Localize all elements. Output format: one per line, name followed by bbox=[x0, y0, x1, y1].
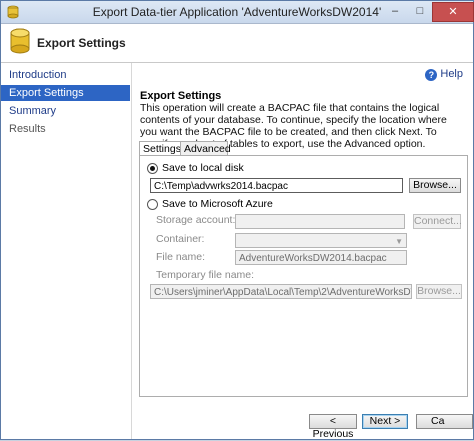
maximize-button[interactable]: □ bbox=[408, 2, 432, 20]
main-panel: ? Help Export Settings This operation wil… bbox=[132, 63, 473, 440]
step-introduction[interactable]: Introduction bbox=[1, 67, 130, 83]
save-azure-radio[interactable] bbox=[147, 199, 158, 210]
help-icon: ? bbox=[425, 69, 438, 81]
storage-account-label: Storage account: bbox=[156, 214, 236, 226]
database-export-icon bbox=[10, 28, 30, 54]
filename-label: File name: bbox=[156, 251, 206, 263]
help-link[interactable]: ? Help bbox=[425, 68, 463, 81]
save-local-label: Save to local disk bbox=[162, 162, 244, 174]
tab-advanced[interactable]: Advanced bbox=[180, 141, 231, 156]
cancel-button[interactable]: Ca bbox=[416, 414, 473, 429]
section-title: Export Settings bbox=[140, 90, 222, 102]
local-browse-button[interactable]: Browse... bbox=[409, 178, 461, 193]
tempfile-label: Temporary file name: bbox=[156, 269, 255, 281]
wizard-steps: Introduction Export Settings Summary Res… bbox=[1, 63, 132, 439]
close-button[interactable]: ✕ bbox=[432, 2, 474, 22]
step-results: Results bbox=[9, 123, 46, 135]
title-bar: Export Data-tier Application 'AdventureW… bbox=[1, 1, 474, 24]
tempfile-browse-button[interactable]: Browse... bbox=[416, 284, 462, 299]
wizard-header: Export Settings bbox=[1, 24, 473, 63]
settings-panel: Save to local disk C:\Temp\advwrks2014.b… bbox=[139, 155, 468, 397]
step-summary[interactable]: Summary bbox=[1, 103, 130, 119]
container-label: Container: bbox=[156, 233, 205, 245]
minimize-button[interactable]: – bbox=[382, 2, 408, 20]
tempfile-field[interactable]: C:\Users\jminer\AppData\Local\Temp\2\Adv… bbox=[150, 284, 412, 299]
help-label: Help bbox=[440, 68, 463, 80]
chevron-down-icon: ▼ bbox=[395, 237, 403, 246]
filename-field[interactable]: AdventureWorksDW2014.bacpac bbox=[235, 250, 407, 265]
save-azure-label: Save to Microsoft Azure bbox=[162, 198, 273, 210]
next-button[interactable]: Next > bbox=[362, 414, 408, 429]
storage-account-field[interactable] bbox=[235, 214, 405, 229]
local-path-field[interactable]: C:\Temp\advwrks2014.bacpac bbox=[150, 178, 403, 193]
previous-button[interactable]: < Previous bbox=[309, 414, 357, 440]
save-local-radio[interactable] bbox=[147, 163, 158, 174]
page-title: Export Settings bbox=[37, 36, 126, 50]
container-select[interactable]: ▼ bbox=[235, 233, 407, 248]
wizard-window: Export Data-tier Application 'AdventureW… bbox=[0, 0, 474, 440]
connect-button[interactable]: Connect... bbox=[413, 214, 462, 229]
step-export-settings[interactable]: Export Settings bbox=[1, 85, 130, 101]
